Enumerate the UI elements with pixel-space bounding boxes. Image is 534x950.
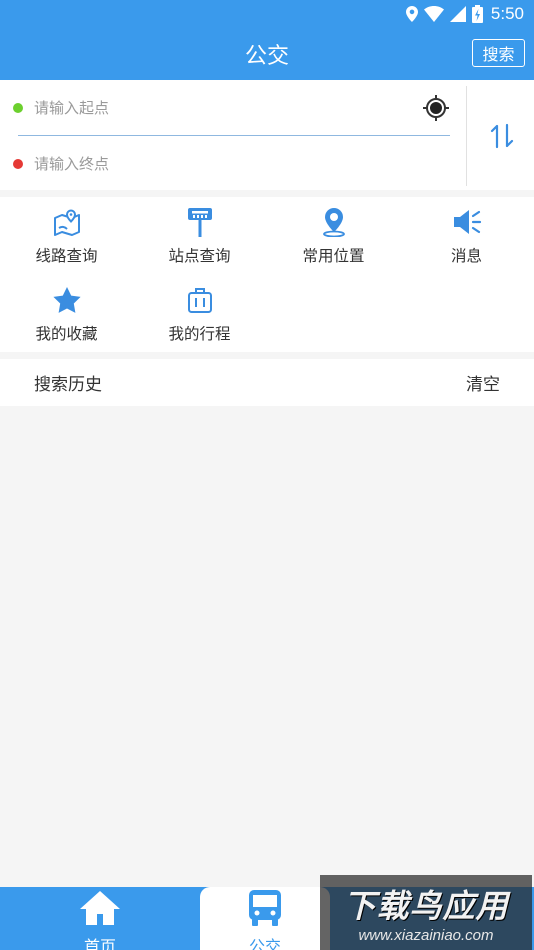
signal-icon — [449, 6, 466, 22]
tab-home[interactable]: 首页 — [0, 887, 200, 950]
function-menu: 线路查询 站点查询 常用位置 消息 我的收藏 我的行程 — [0, 197, 534, 352]
start-point-input[interactable] — [34, 98, 394, 117]
app-screen: 5:50 公交 搜索 请输入起点 请输入终点 线路查询 站点查询 常用位置 消息… — [0, 0, 534, 950]
end-dot-icon — [13, 158, 23, 169]
wifi-icon — [423, 6, 444, 22]
end-point-row — [0, 136, 466, 191]
status-bar: 5:50 — [0, 0, 534, 28]
bus-stop-icon — [185, 207, 215, 237]
search-button[interactable]: 搜索 — [472, 39, 525, 67]
status-time: 5:50 — [490, 4, 524, 23]
menu-label: 常用位置 — [302, 247, 365, 265]
menu-label: 站点查询 — [168, 247, 231, 265]
menu-label: 线路查询 — [35, 247, 98, 265]
menu-item-messages[interactable]: 消息 — [400, 197, 533, 275]
swap-divider — [466, 86, 467, 186]
app-bar: 公交 搜索 — [0, 28, 534, 80]
watermark-url: www.xiazainiao.com — [358, 927, 494, 944]
speaker-icon — [452, 207, 482, 237]
battery-icon — [471, 5, 483, 23]
route-input-card — [0, 80, 534, 190]
tab-label: 首页 — [83, 937, 116, 950]
menu-label: 消息 — [450, 247, 482, 265]
menu-label: 我的收藏 — [35, 325, 98, 343]
clear-history-button[interactable]: 清空 — [466, 370, 500, 395]
menu-item-stop-query[interactable]: 站点查询 — [133, 197, 266, 275]
start-point-row — [0, 80, 466, 135]
menu-label: 我的行程 — [168, 325, 231, 343]
location-icon — [405, 6, 418, 22]
home-icon — [78, 889, 122, 931]
locate-me-icon[interactable] — [422, 94, 450, 122]
swap-route-icon[interactable] — [488, 122, 516, 150]
star-icon — [52, 285, 82, 315]
tab-bus[interactable]: 公交 — [200, 887, 330, 950]
watermark-logo: 下载鸟应用 www.xiazainiao.com — [320, 875, 532, 950]
luggage-icon — [185, 285, 215, 315]
menu-item-my-trips[interactable]: 我的行程 — [133, 275, 266, 353]
start-dot-icon — [13, 102, 23, 113]
location-pin-icon — [319, 207, 349, 237]
tab-label: 公交 — [248, 937, 281, 950]
menu-item-route-query[interactable]: 线路查询 — [0, 197, 133, 275]
page-title: 公交 — [244, 44, 289, 69]
menu-item-favorites[interactable]: 我的收藏 — [0, 275, 133, 353]
menu-item-frequent-places[interactable]: 常用位置 — [267, 197, 400, 275]
bus-icon — [247, 889, 283, 931]
search-history-header: 搜索历史 清空 — [0, 359, 534, 406]
route-map-icon — [52, 207, 82, 237]
end-point-input[interactable] — [34, 154, 394, 173]
search-history-title: 搜索历史 — [34, 375, 102, 395]
watermark-main-text: 下载鸟应用 — [343, 887, 509, 925]
